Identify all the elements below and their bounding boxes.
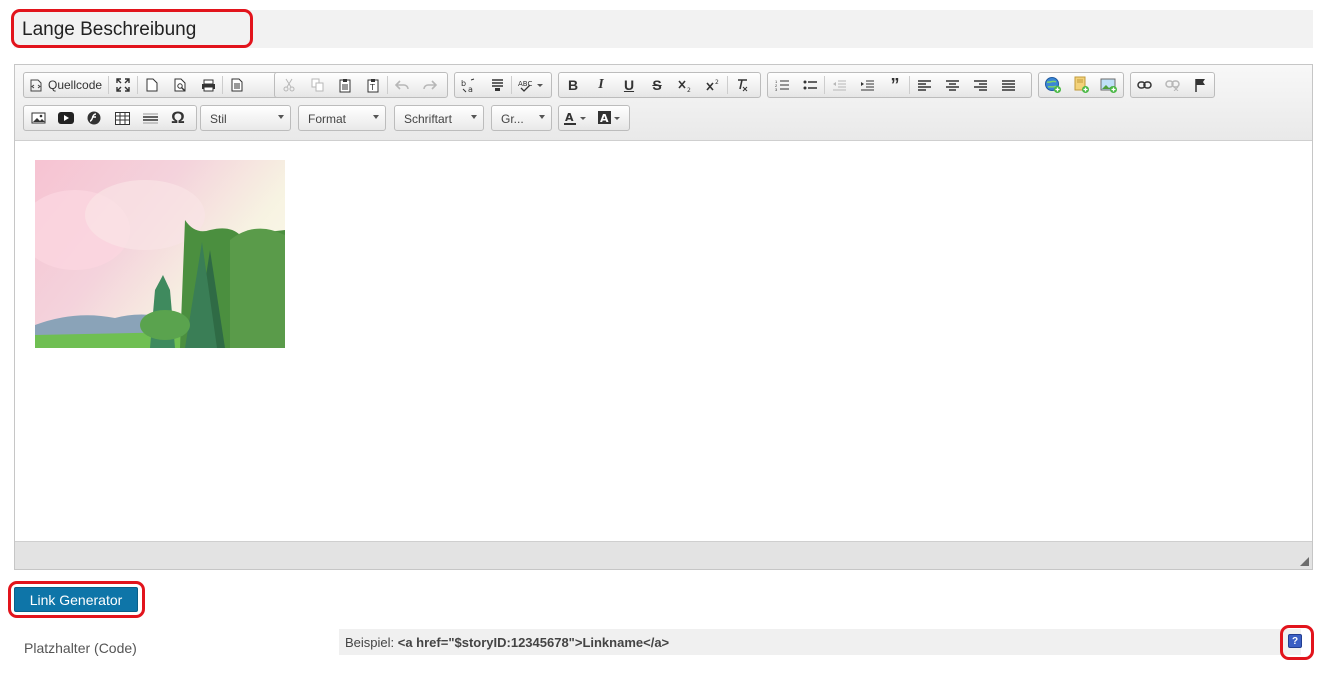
numbered-list-icon[interactable]: 123 [768, 73, 796, 97]
redo-icon[interactable] [416, 73, 444, 97]
image-add-icon[interactable] [1095, 73, 1123, 97]
chevron-down-icon [539, 115, 545, 119]
highlight-ring-link-generator [8, 581, 145, 618]
toolbar-group-document: Quellcode [23, 72, 279, 98]
horizontal-line-icon[interactable] [136, 106, 164, 130]
style-dropdown-label: Stil [210, 112, 227, 126]
align-left-icon[interactable] [910, 73, 938, 97]
bold-icon[interactable]: B [559, 73, 587, 97]
maximize-icon[interactable] [109, 73, 137, 97]
landscape-image [35, 160, 285, 348]
svg-text:3: 3 [775, 87, 778, 92]
svg-text:a: a [468, 85, 473, 93]
outdent-icon[interactable] [825, 73, 853, 97]
align-right-icon[interactable] [966, 73, 994, 97]
undo-icon[interactable] [388, 73, 416, 97]
source-button-label: Quellcode [48, 78, 103, 92]
editor-toolbar: Quellcode T ba ABC B I U S 2 2 1 2 3 ” Ω… [15, 65, 1312, 141]
toolbar-group-clipboard: T [274, 72, 448, 98]
select-all-icon[interactable] [483, 73, 511, 97]
new-page-icon[interactable] [138, 73, 166, 97]
find-replace-icon[interactable]: ba [455, 73, 483, 97]
link-icon[interactable] [1131, 73, 1159, 97]
cut-icon[interactable] [275, 73, 303, 97]
toolbar-group-editing: ba ABC [454, 72, 552, 98]
font-dropdown[interactable]: Schriftart [394, 105, 484, 131]
subscript-icon[interactable]: 2 [671, 73, 699, 97]
svg-text:A: A [600, 112, 609, 125]
globe-add-icon[interactable] [1039, 73, 1067, 97]
anchor-flag-icon[interactable] [1186, 73, 1214, 97]
toolbar-group-paragraph: 123 ” [767, 72, 1032, 98]
resize-handle-icon[interactable] [1300, 557, 1309, 566]
align-justify-icon[interactable] [994, 73, 1022, 97]
source-icon [30, 79, 42, 91]
indent-icon[interactable] [853, 73, 881, 97]
toolbar-group-links [1130, 72, 1215, 98]
blockquote-icon[interactable]: ” [881, 73, 909, 97]
special-char-icon[interactable]: Ω [164, 106, 192, 130]
svg-text:T: T [369, 83, 375, 92]
font-dropdown-label: Schriftart [404, 112, 453, 126]
rich-text-editor: Quellcode T ba ABC B I U S 2 2 1 2 3 ” Ω… [14, 64, 1313, 570]
svg-text:2: 2 [715, 79, 719, 86]
flash-icon[interactable] [80, 106, 108, 130]
templates-icon[interactable] [223, 73, 251, 97]
toolbar-group-basicstyles: B I U S 2 2 [558, 72, 761, 98]
chevron-down-icon [373, 115, 379, 119]
size-dropdown[interactable]: Gr... [491, 105, 552, 131]
style-dropdown[interactable]: Stil [200, 105, 291, 131]
underline-icon[interactable]: U [615, 73, 643, 97]
svg-text:A: A [565, 111, 574, 124]
toolbar-group-insert: Ω [23, 105, 197, 131]
print-icon[interactable] [194, 73, 222, 97]
placeholder-example: Beispiel: <a href="$storyID:12345678">Li… [339, 629, 1301, 655]
source-button[interactable]: Quellcode [24, 73, 108, 97]
highlight-ring-help [1280, 625, 1314, 660]
video-icon[interactable] [52, 106, 80, 130]
svg-text:2: 2 [687, 87, 691, 92]
bulleted-list-icon[interactable] [796, 73, 824, 97]
format-dropdown[interactable]: Format [298, 105, 386, 131]
superscript-icon[interactable]: 2 [699, 73, 727, 97]
highlight-ring-title [11, 9, 253, 48]
svg-text:ABC: ABC [518, 80, 532, 88]
strikethrough-icon[interactable]: S [643, 73, 671, 97]
unlink-icon[interactable] [1159, 73, 1187, 97]
paste-text-icon[interactable]: T [359, 73, 387, 97]
format-dropdown-label: Format [308, 112, 347, 126]
table-icon[interactable] [108, 106, 136, 130]
svg-text:b: b [461, 79, 466, 88]
copy-icon[interactable] [303, 73, 331, 97]
preview-icon[interactable] [166, 73, 194, 97]
editor-status-bar [15, 541, 1312, 569]
image-icon[interactable] [24, 106, 52, 130]
editor-content-area[interactable] [15, 141, 1312, 541]
italic-icon[interactable]: I [587, 73, 615, 97]
background-color-icon[interactable]: A [593, 106, 627, 130]
placeholder-label: Platzhalter (Code) [24, 640, 137, 656]
placeholder-example-prefix: Beispiel: [345, 635, 398, 650]
toolbar-group-colors: A A [558, 105, 630, 131]
remove-format-icon[interactable] [728, 73, 756, 97]
paste-icon[interactable] [331, 73, 359, 97]
toolbar-group-media-plugins [1038, 72, 1124, 98]
text-color-icon[interactable]: A [559, 106, 593, 130]
size-dropdown-label: Gr... [501, 112, 524, 126]
file-add-icon[interactable] [1067, 73, 1095, 97]
chevron-down-icon [471, 115, 477, 119]
chevron-down-icon [278, 115, 284, 119]
placeholder-example-code: <a href="$storyID:12345678">Linkname</a> [397, 635, 670, 650]
align-center-icon[interactable] [938, 73, 966, 97]
spellcheck-icon[interactable]: ABC [512, 73, 550, 97]
